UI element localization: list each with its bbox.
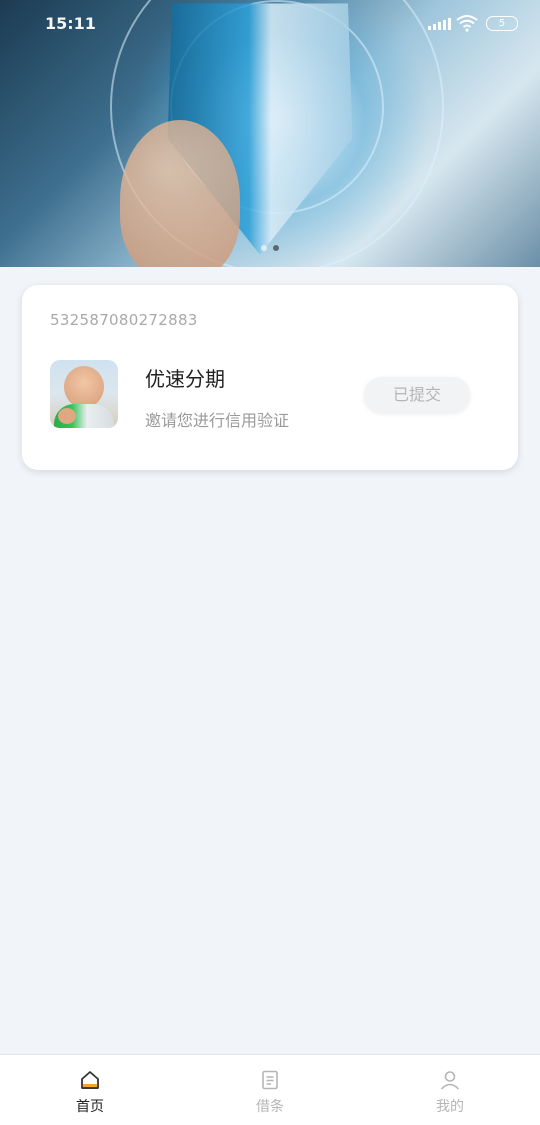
- baby-fist: [58, 408, 76, 424]
- submitted-button[interactable]: 已提交: [364, 377, 470, 413]
- battery-icon: 5: [486, 16, 518, 31]
- status-bar: 15:11 5: [0, 0, 540, 48]
- tab-mine[interactable]: 我的: [360, 1055, 540, 1125]
- wifi-icon: [456, 15, 478, 32]
- banner-dot-active[interactable]: [273, 245, 279, 251]
- bottom-navigation: 首页 借条 我的: [0, 1054, 540, 1125]
- tab-mine-label: 我的: [436, 1099, 464, 1115]
- app-avatar: [50, 360, 118, 428]
- banner-pagination: [0, 245, 540, 251]
- banner-dot[interactable]: [261, 245, 267, 251]
- order-id: 532587080272883: [50, 311, 198, 329]
- signal-icon: [428, 16, 451, 30]
- tab-iou-label: 借条: [256, 1099, 284, 1115]
- baby-face: [64, 366, 104, 408]
- status-time: 15:11: [45, 14, 96, 33]
- tab-iou[interactable]: 借条: [180, 1055, 360, 1125]
- app-description: 邀请您进行信用验证: [145, 411, 290, 430]
- tab-home-label: 首页: [76, 1099, 104, 1115]
- credit-card-panel[interactable]: 532587080272883 优速分期 邀请您进行信用验证 已提交: [22, 285, 518, 470]
- user-icon: [440, 1071, 460, 1090]
- document-icon: [262, 1070, 278, 1090]
- app-name: 优速分期: [145, 367, 225, 391]
- home-icon: [81, 1071, 99, 1089]
- tab-home[interactable]: 首页: [0, 1055, 180, 1125]
